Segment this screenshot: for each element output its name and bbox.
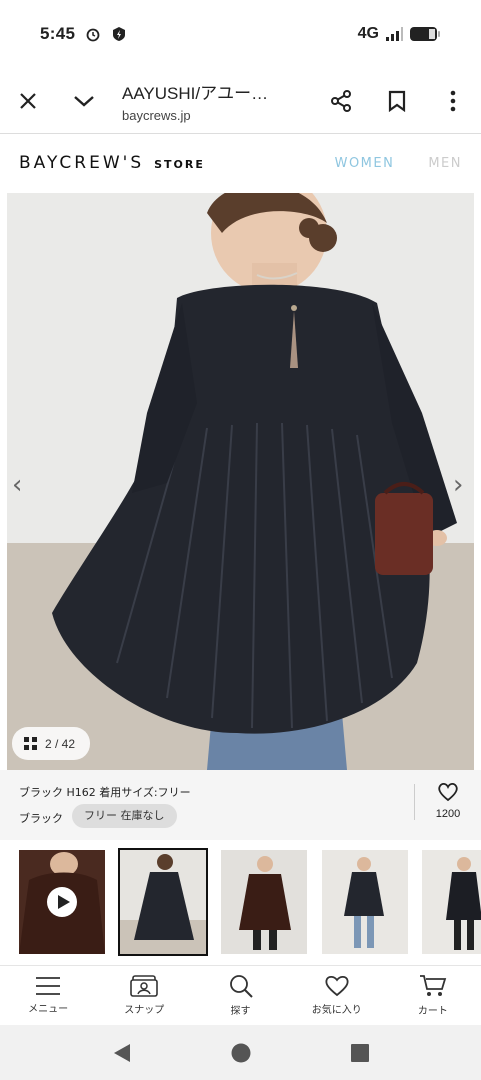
site-header: BAYCREW'S STORE WOMEN MEN — [0, 134, 481, 192]
divider — [414, 784, 415, 820]
thumbnail-strip — [0, 840, 481, 965]
share-button[interactable] — [313, 68, 369, 134]
gallery-prev-button[interactable]: ‹ — [12, 470, 22, 500]
thumbnail-4[interactable] — [322, 850, 408, 954]
page-title: AAYUSHI/アユー… — [122, 83, 269, 103]
variant-info: ブラック H162 着用サイズ:フリー ブラック フリー 在庫なし 1200 — [0, 770, 481, 840]
grid-icon — [24, 737, 37, 750]
cart-icon — [419, 975, 447, 996]
thumbnail-3[interactable] — [221, 850, 307, 954]
home-icon[interactable] — [231, 1043, 251, 1063]
heart-icon — [438, 782, 458, 802]
nav-search[interactable]: 探す — [192, 966, 288, 1025]
tab-women[interactable]: WOMEN — [335, 156, 395, 171]
bookmark-icon — [388, 90, 406, 112]
system-navigation — [0, 1025, 481, 1080]
favorite-count: 1200 — [435, 808, 461, 820]
bookmark-button[interactable] — [369, 68, 425, 134]
site-logo[interactable]: BAYCREW'S STORE — [19, 153, 205, 173]
chevron-down-icon — [74, 95, 94, 107]
close-tab-button[interactable] — [0, 68, 56, 134]
variant-caption: ブラック H162 着用サイズ:フリー — [19, 786, 191, 799]
close-icon — [20, 92, 36, 109]
network-type: 4G — [357, 25, 379, 42]
thumbnail-5[interactable] — [422, 850, 481, 954]
thumbnail-video[interactable] — [19, 850, 105, 954]
status-bar: 5:45 4G — [0, 0, 481, 68]
page-domain: baycrews.jp — [122, 107, 191, 123]
menu-icon — [36, 977, 61, 995]
share-icon — [331, 89, 351, 112]
nav-cart[interactable]: カート — [385, 966, 481, 1025]
model-photo — [7, 193, 474, 770]
url-area[interactable]: AAYUSHI/アユー… baycrews.jp — [112, 79, 313, 123]
bottom-navigation: メニュー スナップ 探す お気に入り カート — [0, 965, 481, 1025]
browser-toolbar: AAYUSHI/アユー… baycrews.jp — [0, 68, 481, 134]
favorite-button[interactable]: 1200 — [428, 782, 468, 820]
signal-icon — [386, 27, 403, 41]
recents-icon[interactable] — [350, 1043, 369, 1062]
nav-favorites[interactable]: お気に入り — [289, 966, 385, 1025]
minimize-button[interactable] — [56, 68, 112, 134]
heart-icon — [325, 975, 349, 997]
color-label: ブラック — [19, 812, 63, 825]
more-vertical-icon — [450, 90, 456, 111]
battery-icon — [410, 27, 440, 41]
alarm-icon — [86, 28, 100, 42]
search-icon — [229, 975, 253, 998]
gallery-counter-text: 2 / 42 — [45, 736, 76, 751]
gallery-next-button[interactable]: › — [453, 470, 463, 500]
nav-snap[interactable]: スナップ — [96, 966, 192, 1025]
snap-icon — [130, 975, 159, 997]
back-icon[interactable] — [113, 1043, 131, 1063]
gallery-counter[interactable]: 2 / 42 — [12, 727, 90, 760]
status-time: 5:45 — [40, 24, 76, 43]
nav-menu[interactable]: メニュー — [0, 966, 96, 1025]
tab-men[interactable]: MEN — [428, 156, 462, 171]
notification-icon — [113, 27, 126, 41]
more-options-button[interactable] — [425, 68, 481, 134]
thumbnail-2[interactable] — [118, 848, 208, 956]
product-image[interactable] — [7, 193, 474, 770]
size-stock-badge[interactable]: フリー 在庫なし — [72, 804, 177, 828]
